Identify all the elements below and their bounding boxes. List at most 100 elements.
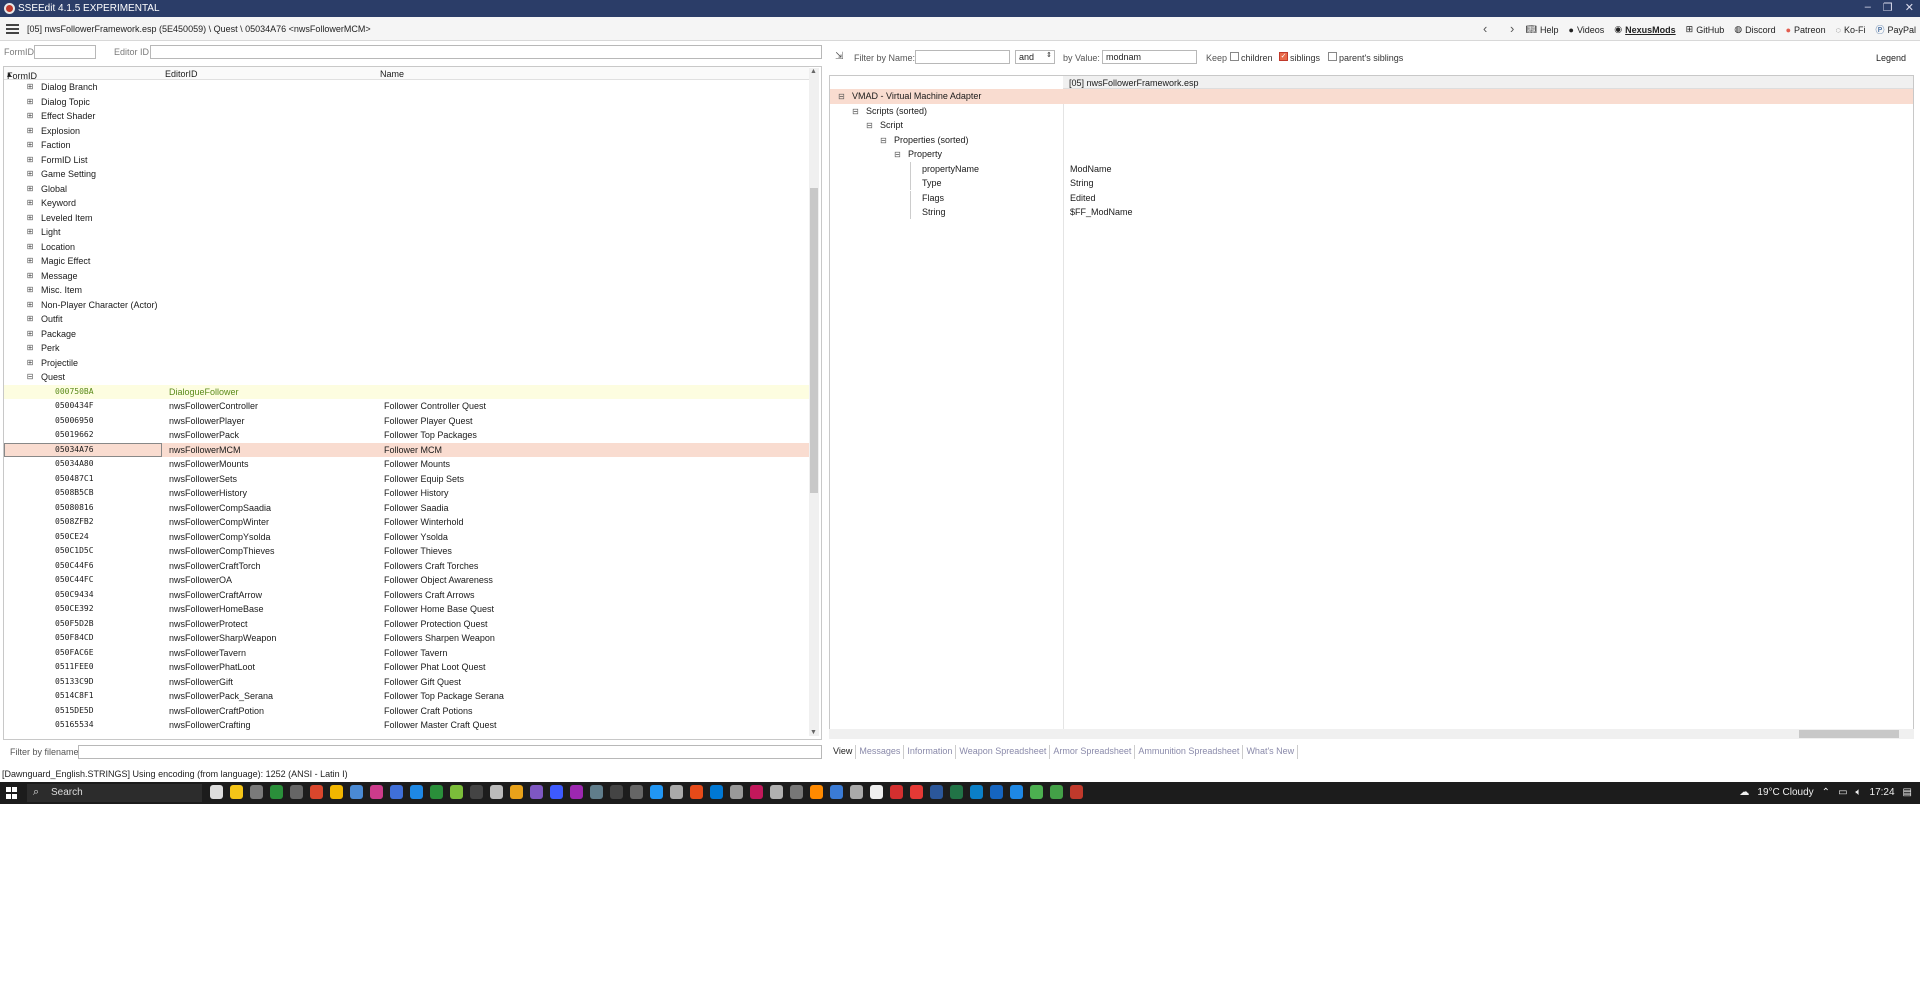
table-row[interactable]: 000750BA DialogueFollower bbox=[4, 384, 809, 399]
table-row[interactable]: 050F84CD nwsFollowerSharpWeapon Followers … bbox=[4, 631, 809, 646]
pin-icon[interactable]: ⇲ bbox=[835, 51, 843, 62]
taskbar-app-icon[interactable] bbox=[770, 785, 783, 799]
expand-icon[interactable]: ⊞ bbox=[26, 170, 34, 178]
record-field-row[interactable]: String $FF_ModName bbox=[830, 205, 1913, 220]
tree-group-row[interactable]: ⊞ Magic Effect bbox=[4, 254, 809, 269]
expand-icon[interactable]: ⊞ bbox=[26, 112, 34, 120]
tab-information[interactable]: Information bbox=[904, 745, 957, 759]
minimize-icon[interactable]: – bbox=[1865, 1, 1871, 14]
record-field-row[interactable]: ⊟ Properties (sorted) bbox=[830, 133, 1913, 148]
weather-text[interactable]: 19°C Cloudy bbox=[1757, 787, 1813, 798]
tab-view[interactable]: View bbox=[830, 745, 857, 759]
table-row[interactable]: 0508B5CB nwsFollowerHistory Follower Histo… bbox=[4, 486, 809, 501]
expand-icon[interactable]: ⊞ bbox=[26, 358, 34, 367]
expand-icon[interactable]: ⊞ bbox=[26, 329, 34, 338]
expand-icon[interactable]: ⊞ bbox=[26, 83, 34, 91]
table-row[interactable]: 050C44F6 nwsFollowerCraftTorch Followers C… bbox=[4, 559, 809, 574]
expand-icon[interactable]: ⊞ bbox=[26, 228, 34, 236]
notification-icon[interactable]: ▤ bbox=[1903, 787, 1912, 798]
tree-group-row[interactable]: ⊞ FormID List bbox=[4, 153, 809, 168]
taskbar-app-icon[interactable] bbox=[970, 785, 983, 799]
table-row[interactable]: 05034A76 nwsFollowerMCM Follower MCM bbox=[4, 442, 809, 457]
scroll-up-icon[interactable]: ▲ bbox=[810, 68, 817, 75]
taskbar-app-icon[interactable] bbox=[290, 785, 303, 799]
collapse-icon[interactable]: ⊟ bbox=[838, 92, 845, 101]
tree-group-row[interactable]: ⊞ Package bbox=[4, 327, 809, 342]
collapse-icon[interactable]: ⊟ bbox=[852, 107, 859, 116]
link-videos[interactable]: ● Videos bbox=[1569, 23, 1605, 36]
taskbar-app-icon[interactable] bbox=[710, 785, 723, 799]
table-row[interactable]: 050F5D2B nwsFollowerProtect Follower Prote… bbox=[4, 617, 809, 632]
record-field-row[interactable]: ⊟ VMAD - Virtual Machine Adapter bbox=[830, 89, 1913, 104]
filename-filter-input[interactable] bbox=[78, 745, 822, 759]
table-row[interactable]: 0508ZFB2 nwsFollowerCompWinter Follower Wi… bbox=[4, 515, 809, 530]
taskbar-app-icon[interactable] bbox=[910, 785, 923, 799]
expand-icon[interactable]: ⊞ bbox=[26, 155, 34, 164]
scroll-down-icon[interactable]: ▼ bbox=[810, 729, 817, 736]
siblings-checkbox[interactable]: ✓ bbox=[1279, 52, 1288, 61]
tray-chevron-icon[interactable]: ⌃ bbox=[1822, 787, 1830, 798]
taskbar-app-icon[interactable] bbox=[430, 785, 443, 799]
column-formid[interactable]: FormID ▴ bbox=[7, 69, 37, 81]
expand-icon[interactable]: ⊞ bbox=[26, 300, 34, 309]
taskbar-app-icon[interactable] bbox=[350, 785, 363, 799]
table-row[interactable]: 050CE392 nwsFollowerHomeBase Follower Home… bbox=[4, 602, 809, 617]
link-patreon[interactable]: ● Patreon bbox=[1786, 23, 1826, 36]
taskbar-app-icon[interactable] bbox=[650, 785, 663, 799]
collapse-icon[interactable]: ⊟ bbox=[866, 121, 873, 130]
taskbar-app-icon[interactable] bbox=[630, 785, 643, 799]
link-help[interactable]: 📖︎ Help bbox=[1526, 23, 1559, 36]
table-row[interactable]: 05133C9D nwsFollowerGift Follower Gift Que… bbox=[4, 675, 809, 690]
forward-icon[interactable]: › bbox=[1510, 21, 1514, 36]
table-row[interactable]: 05019662 nwsFollowerPack Follower Top Pack… bbox=[4, 428, 809, 443]
collapse-icon[interactable]: ⊟ bbox=[26, 373, 34, 381]
taskbar-app-icon[interactable] bbox=[950, 785, 963, 799]
record-tree[interactable]: FormID ▴ EditorID Name ⊞ Dialog Branch ⊞ Di… bbox=[3, 66, 822, 740]
expand-icon[interactable]: ⊞ bbox=[26, 242, 34, 251]
link-ko-fi[interactable]: ◌ Ko-Fi bbox=[1836, 23, 1866, 36]
table-row[interactable]: 05080816 nwsFollowerCompSaadia Follower Sa… bbox=[4, 501, 809, 516]
taskbar-app-icon[interactable] bbox=[990, 785, 1003, 799]
taskbar-app-icon[interactable] bbox=[370, 785, 383, 799]
taskbar-app-icon[interactable] bbox=[830, 785, 843, 799]
clock[interactable]: 17:24 bbox=[1870, 787, 1895, 798]
taskbar-app-icon[interactable] bbox=[450, 785, 463, 799]
expand-icon[interactable]: ⊞ bbox=[26, 126, 34, 135]
tree-group-row[interactable]: ⊞ Keyword bbox=[4, 196, 809, 211]
expand-icon[interactable]: ⊞ bbox=[26, 199, 34, 207]
children-checkbox[interactable] bbox=[1230, 52, 1239, 61]
expand-icon[interactable]: ⊞ bbox=[26, 286, 34, 294]
expand-icon[interactable]: ⊞ bbox=[26, 141, 34, 149]
taskbar-app-icon[interactable] bbox=[490, 785, 503, 799]
tree-group-row[interactable]: ⊞ Location bbox=[4, 240, 809, 255]
tab-messages[interactable]: Messages bbox=[856, 745, 905, 759]
tree-group-row[interactable]: ⊟ Quest bbox=[4, 370, 809, 385]
tree-group-row[interactable]: ⊞ Message bbox=[4, 269, 809, 284]
restore-icon[interactable]: ❐ bbox=[1883, 1, 1893, 14]
taskbar-app-icon[interactable] bbox=[670, 785, 683, 799]
table-row[interactable]: 0515DE5D nwsFollowerCraftPotion Follower C… bbox=[4, 704, 809, 719]
tree-group-row[interactable]: ⊞ Effect Shader bbox=[4, 109, 809, 124]
record-view[interactable]: [05] nwsFollowerFramework.esp ⊟ VMAD - Vi… bbox=[829, 75, 1914, 738]
operator-select[interactable]: and ⇕ bbox=[1015, 50, 1055, 64]
tree-group-row[interactable]: ⊞ Non-Player Character (Actor) bbox=[4, 298, 809, 313]
taskbar-app-icon[interactable] bbox=[1070, 785, 1083, 799]
taskbar-app-icon[interactable] bbox=[550, 785, 563, 799]
taskbar-app-icon[interactable] bbox=[890, 785, 903, 799]
taskbar-app-icon[interactable] bbox=[610, 785, 623, 799]
taskbar-app-icon[interactable] bbox=[750, 785, 763, 799]
table-row[interactable]: 05034A80 nwsFollowerMounts Follower Mounts bbox=[4, 457, 809, 472]
legend-button[interactable]: Legend bbox=[1876, 53, 1906, 63]
record-field-row[interactable]: propertyName ModName bbox=[830, 161, 1913, 177]
link-paypal[interactable]: Ⓟ PayPal bbox=[1875, 23, 1916, 36]
taskbar-app-icon[interactable] bbox=[390, 785, 403, 799]
tree-group-row[interactable]: ⊞ Projectile bbox=[4, 356, 809, 371]
table-row[interactable]: 0500434F nwsFollowerController Follower Co… bbox=[4, 399, 809, 414]
network-icon[interactable]: ▭ bbox=[1838, 787, 1847, 798]
expand-icon[interactable]: ⊞ bbox=[26, 344, 34, 352]
hscroll-thumb[interactable] bbox=[1799, 730, 1899, 738]
taskbar-app-icon[interactable] bbox=[1050, 785, 1063, 799]
taskbar-app-icon[interactable] bbox=[930, 785, 943, 799]
expand-icon[interactable]: ⊞ bbox=[26, 257, 34, 265]
taskbar-app-icon[interactable] bbox=[470, 785, 483, 799]
